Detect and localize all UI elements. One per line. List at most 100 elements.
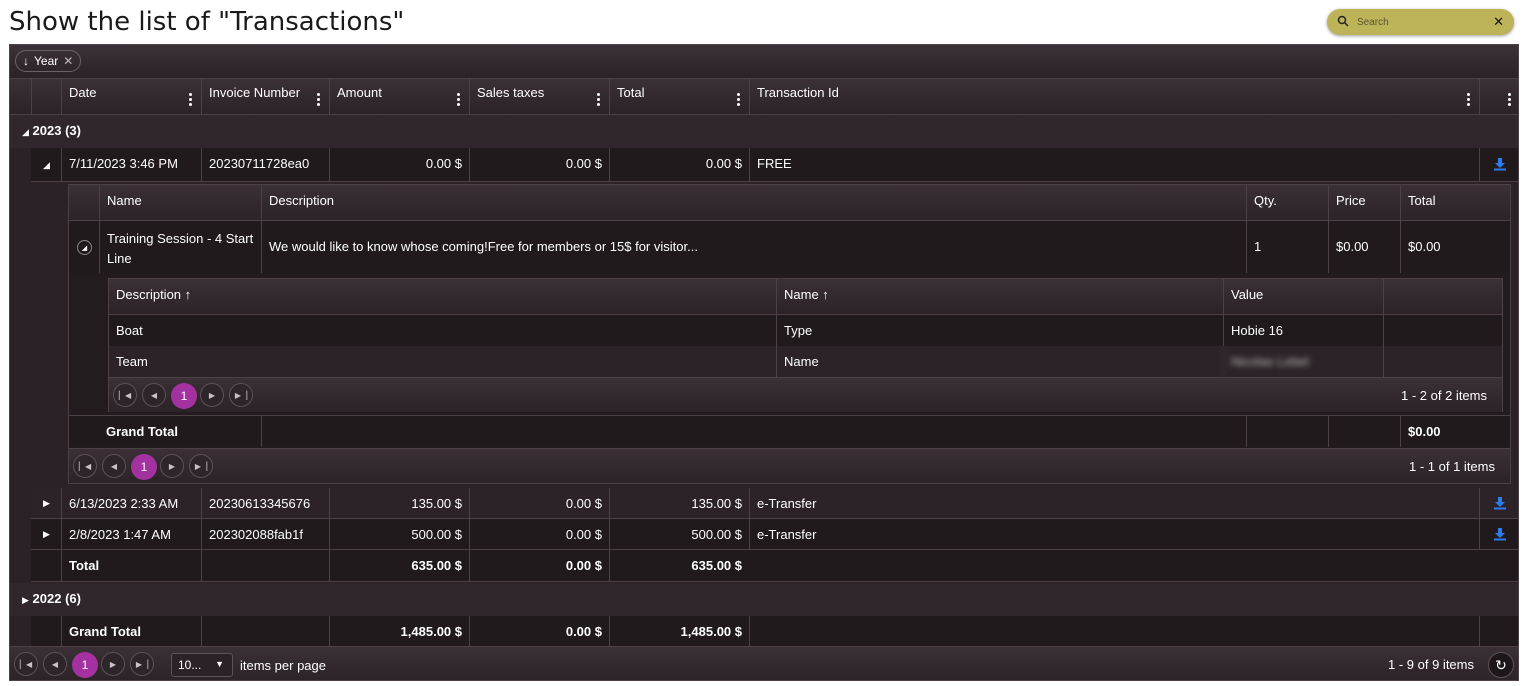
cell-amount: 0.00 $ <box>329 148 469 181</box>
prev-page-icon[interactable]: ◀ <box>142 383 166 407</box>
column-menu-icon[interactable] <box>317 93 320 108</box>
last-page-icon[interactable]: ▶▕ <box>130 652 154 676</box>
header-sales-taxes[interactable]: Sales taxes <box>469 79 609 115</box>
header-total[interactable]: Total <box>609 79 749 115</box>
cell-taxes: 0.00 $ <box>469 148 609 181</box>
next-page-icon[interactable]: ▶ <box>160 454 184 478</box>
cell-actions <box>1479 519 1518 549</box>
first-page-icon[interactable]: ▏◀ <box>73 454 97 478</box>
column-menu-icon[interactable] <box>737 93 740 108</box>
page-size-select[interactable]: 10... ▼ <box>171 653 233 677</box>
table-row[interactable]: ◢ 7/11/2023 3:46 PM 20230711728ea0 0.00 … <box>31 148 1518 182</box>
attr-cell-name: Type <box>776 315 1223 346</box>
detail-cell-total: $0.00 <box>1400 221 1512 273</box>
cell-actions <box>1479 488 1518 518</box>
attr-header-description[interactable]: Description ↑ <box>109 279 776 314</box>
page-number-button[interactable]: 1 <box>131 454 157 480</box>
header-label: Total <box>617 85 645 100</box>
name-line: Line <box>107 251 132 266</box>
column-menu-icon[interactable] <box>1508 93 1511 108</box>
group-label: 2023 (3) <box>32 123 81 138</box>
search-icon <box>1337 15 1351 29</box>
detail-header-name[interactable]: Name <box>99 185 261 220</box>
group-chip-year[interactable]: ↓ Year ✕ <box>15 50 82 72</box>
cell-actions <box>1479 148 1518 181</box>
last-page-icon[interactable]: ▶▕ <box>189 454 213 478</box>
attr-row[interactable]: Team Name Nicolas Lebel <box>109 346 1502 377</box>
group-row-2023[interactable]: ◢ 2023 (3) <box>10 115 1518 148</box>
grand-total-row: Grand Total 1,485.00 $ 0.00 $ 1,485.00 $ <box>31 616 1518 648</box>
prev-page-icon[interactable]: ◀ <box>102 454 126 478</box>
attr-header-value[interactable]: Value <box>1223 279 1383 314</box>
grand-total-empty <box>261 416 1246 447</box>
header-row: Date Invoice Number Amount Sales taxes T… <box>10 79 1518 115</box>
grand-total-empty <box>1479 616 1518 647</box>
download-icon[interactable] <box>1493 157 1507 171</box>
table-row[interactable]: ▶ 2/8/2023 1:47 AM 202302088fab1f 500.00… <box>31 519 1518 550</box>
close-icon[interactable]: ✕ <box>63 54 73 68</box>
attr-cell-empty <box>1383 315 1504 346</box>
detail-header-qty[interactable]: Qty. <box>1246 185 1328 220</box>
attr-header-name[interactable]: Name ↑ <box>776 279 1223 314</box>
attributes-pager: ▏◀ ◀ 1 ▶ ▶▕ 1 - 2 of 2 items <box>109 377 1502 412</box>
header-label: Sales taxes <box>477 85 545 100</box>
first-page-icon[interactable]: ▏◀ <box>14 652 38 676</box>
detail-pager: ▏◀ ◀ 1 ▶ ▶▕ 1 - 1 of 1 items <box>69 448 1510 483</box>
first-page-icon[interactable]: ▏◀ <box>113 383 137 407</box>
cell-invoice: 20230613345676 <box>201 488 329 518</box>
grand-total-taxes: 0.00 $ <box>469 616 609 647</box>
page-number-button[interactable]: 1 <box>72 652 98 678</box>
attr-cell-description: Team <box>116 354 148 369</box>
header-label: Date <box>69 85 97 100</box>
cell-date: 2/8/2023 1:47 AM <box>61 519 201 549</box>
grand-total-empty <box>1328 416 1400 447</box>
header-invoice[interactable]: Invoice Number <box>201 79 329 115</box>
attr-cell-empty <box>1383 346 1504 377</box>
expanded-arrow-icon: ◢ <box>22 127 29 137</box>
close-icon[interactable]: ✕ <box>1493 14 1504 30</box>
attributes-grid: Description ↑ Name ↑ Value Boat Type Hob… <box>108 278 1503 412</box>
detail-header-price[interactable]: Price <box>1328 185 1400 220</box>
table-row[interactable]: ▶ 6/13/2023 2:33 AM 20230613345676 135.0… <box>31 488 1518 519</box>
expanded-arrow-icon[interactable]: ◢ <box>77 240 92 255</box>
detail-row[interactable]: ◢ Training Session - 4 Start Line We wou… <box>69 221 1510 273</box>
next-page-icon[interactable]: ▶ <box>101 652 125 676</box>
grand-total-total: 1,485.00 $ <box>609 616 749 647</box>
search-input[interactable] <box>1357 16 1494 28</box>
group-total-empty <box>201 550 329 581</box>
column-menu-icon[interactable] <box>189 93 192 108</box>
group-row-2022[interactable]: ▶ 2022 (6) <box>10 583 1518 616</box>
collapsed-arrow-icon[interactable]: ▶ <box>43 498 50 509</box>
prev-page-icon[interactable]: ◀ <box>43 652 67 676</box>
grand-total-empty <box>1246 416 1328 447</box>
detail-header-description[interactable]: Description <box>261 185 1246 220</box>
detail-header-total[interactable]: Total <box>1400 185 1512 220</box>
next-page-icon[interactable]: ▶ <box>200 383 224 407</box>
expanded-arrow-icon[interactable]: ◢ <box>43 160 50 171</box>
pager-info: 1 - 1 of 1 items <box>1409 459 1495 474</box>
column-menu-icon[interactable] <box>457 93 460 108</box>
column-menu-icon[interactable] <box>1467 93 1470 108</box>
detail-panel: Name Description Qty. Price Total ◢ Trai… <box>68 184 1511 484</box>
grand-total-label: Grand Total <box>61 616 201 647</box>
last-page-icon[interactable]: ▶▕ <box>229 383 253 407</box>
grand-total-empty <box>749 616 1479 647</box>
pager-info: 1 - 2 of 2 items <box>1401 388 1487 403</box>
download-icon[interactable] <box>1493 496 1507 510</box>
collapsed-arrow-icon[interactable]: ▶ <box>43 529 50 540</box>
header-actions[interactable] <box>1479 79 1518 115</box>
header-date[interactable]: Date <box>61 79 201 115</box>
refresh-icon[interactable]: ↻ <box>1488 652 1514 678</box>
attr-row[interactable]: Boat Type Hobie 16 <box>109 315 1502 346</box>
download-icon[interactable] <box>1493 527 1507 541</box>
search-box[interactable]: ✕ <box>1327 9 1514 35</box>
group-total-label: Total <box>61 550 201 581</box>
group-panel: ↓ Year ✕ <box>10 45 1518 79</box>
page-number-button[interactable]: 1 <box>171 383 197 409</box>
column-menu-icon[interactable] <box>597 93 600 108</box>
attr-header-empty <box>1383 279 1504 314</box>
transactions-grid: ↓ Year ✕ Date Invoice Number Amount Sale… <box>9 44 1519 681</box>
header-amount[interactable]: Amount <box>329 79 469 115</box>
header-transaction-id[interactable]: Transaction Id <box>749 79 1479 115</box>
cell-transaction-id: FREE <box>749 148 1479 181</box>
